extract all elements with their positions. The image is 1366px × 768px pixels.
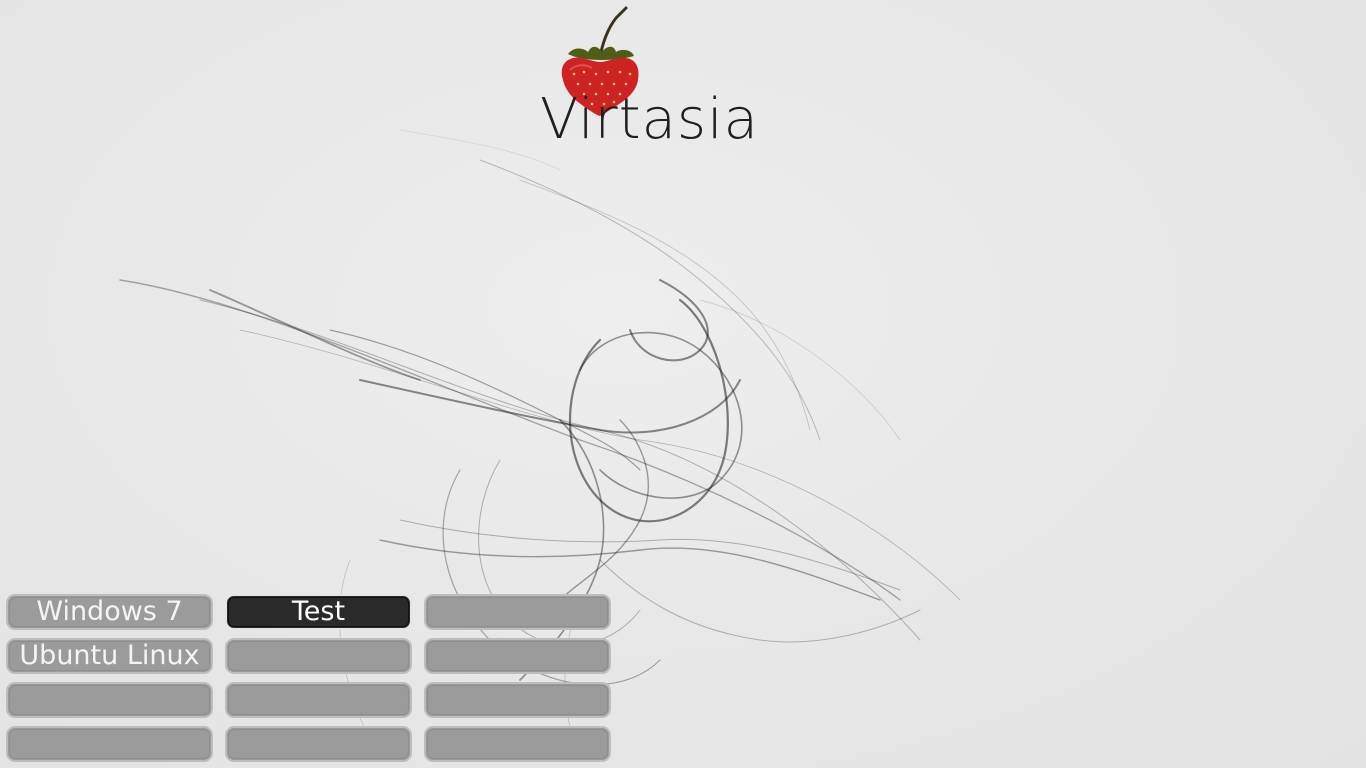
vm-button-empty[interactable] <box>424 726 611 762</box>
vm-button-empty[interactable] <box>6 726 213 762</box>
vm-button-empty[interactable] <box>225 638 412 674</box>
vm-button-empty[interactable] <box>424 682 611 718</box>
vm-button-test[interactable]: Test <box>225 594 412 630</box>
vm-button-empty[interactable] <box>225 726 412 762</box>
vm-button-empty[interactable] <box>424 638 611 674</box>
vm-button-empty[interactable] <box>424 594 611 630</box>
vm-button-windows-7[interactable]: Windows 7 <box>6 594 213 630</box>
virtasia-logo: Virtasia <box>520 0 800 160</box>
vm-button-ubuntu-linux[interactable]: Ubuntu Linux <box>6 638 213 674</box>
vm-button-empty[interactable] <box>6 682 213 718</box>
desktop-screen: Virtasia Windows 7 Test Ubuntu Linux <box>0 0 1366 768</box>
app-title: Virtasia <box>540 87 759 152</box>
vm-button-empty[interactable] <box>225 682 412 718</box>
